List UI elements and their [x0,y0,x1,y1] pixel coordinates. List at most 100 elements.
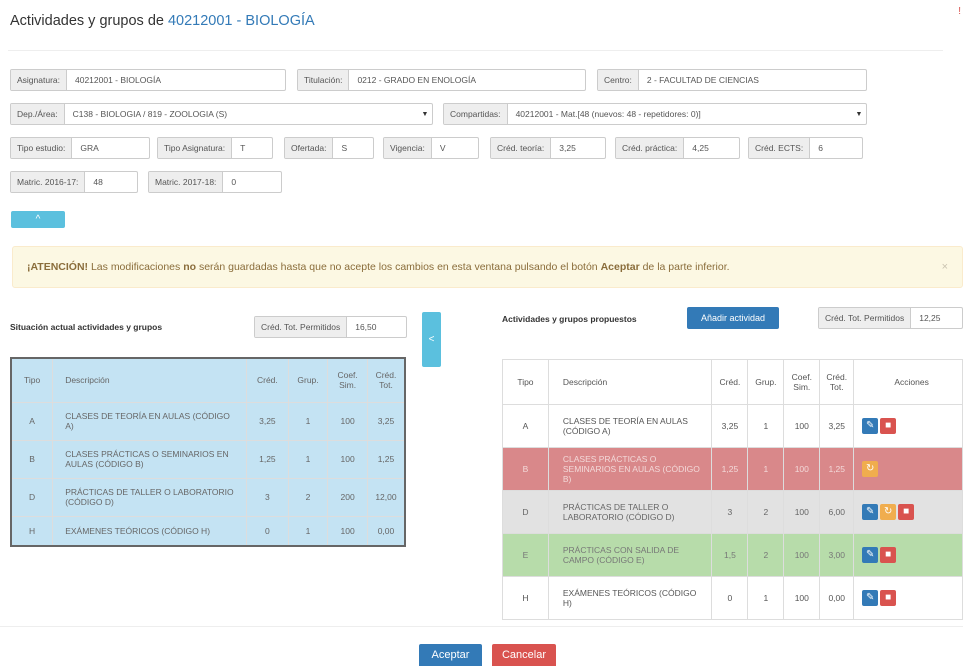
table-header-row: Tipo Descripción Créd. Grup. Coef. Sim. … [502,359,963,405]
tipo-asignatura-value: T [240,143,246,153]
table-row: H EXÁMENES TEÓRICOS (CÓDIGO H) 0 1 100 0… [10,515,406,547]
collapse-form-button[interactable]: ^ [11,211,65,228]
edit-icon[interactable]: ✎ [862,418,879,434]
proposed-activities-title: Actividades y grupos propuestos [502,314,637,324]
accept-button[interactable]: Aceptar [419,644,482,666]
asignatura-label: Asignatura: [11,70,67,90]
tipo-asignatura-field[interactable]: Tipo Asignatura: T [157,137,273,159]
proposed-activities-table: Tipo Descripción Créd. Grup. Coef. Sim. … [502,359,963,620]
right-cred-permitted-label: Créd. Tot. Permitidos [819,308,912,328]
close-icon[interactable]: × [942,261,948,273]
table-row-deleted: B CLASES PRÁCTICAS O SEMINARIOS EN AULAS… [502,447,963,491]
col-tipo: Tipo [10,357,54,403]
table-row-modified: D PRÁCTICAS DE TALLER O LABORATORIO (CÓD… [502,490,963,534]
tipo-estudio-field[interactable]: Tipo estudio: GRA [10,137,150,159]
table-row: H EXÁMENES TEÓRICOS (CÓDIGO H) 0 1 100 0… [502,576,963,620]
vigencia-value: V [439,143,446,153]
restore-icon[interactable]: ↻ [880,504,897,520]
titulacion-field[interactable]: Titulación: 0212 - GRADO EN ENOLOGÍA [297,69,586,91]
title-prefix: Actividades y grupos de [10,13,164,29]
asignatura-field[interactable]: Asignatura: 40212001 - BIOLOGÍA [10,69,286,91]
row-actions: ↻ [853,447,963,491]
footer-divider [0,626,963,627]
right-cred-permitted-field: Créd. Tot. Permitidos 12,25 [818,307,963,329]
tipo-estudio-value: GRA [80,143,99,153]
left-cred-permitted-label: Créd. Tot. Permitidos [255,317,348,337]
col-descripcion: Descripción [52,357,248,403]
cred-teoria-value: 3,25 [559,143,576,153]
asignatura-value: 40212001 - BIOLOGÍA [75,75,161,85]
restore-icon[interactable]: ↻ [862,461,879,477]
corner-mark: ! [958,6,961,17]
matric-2017-value: 0 [231,177,237,187]
matric-2016-field[interactable]: Matric. 2016-17: 48 [10,171,138,193]
col-cred: Créd. [711,359,749,405]
row-actions: ✎ ↻ ■ [853,490,963,534]
collapse-left-button[interactable]: < [422,312,441,367]
title-subject-code: 40212001 - BIOLOGÍA [167,13,315,29]
compartidas-select[interactable]: Compartidas: 40212001 - Mat.[48 (nuevos:… [443,103,867,125]
edit-icon[interactable]: ✎ [862,547,879,563]
warning-alert: ¡ATENCIÓN! Las modificaciones no serán g… [12,246,963,288]
cred-practica-field[interactable]: Créd. práctica: 4,25 [615,137,740,159]
compartidas-value: 40212001 - Mat.[48 (nuevos: 48 - repetid… [515,109,701,119]
compartidas-label: Compartidas: [444,104,508,124]
left-cred-permitted-value: 16,50 [355,322,377,332]
trash-icon[interactable]: ■ [898,504,915,520]
ofertada-value: S [341,143,348,153]
cred-ects-value: 6 [818,143,823,153]
cred-teoria-field[interactable]: Créd. teoría: 3,25 [490,137,606,159]
table-row: B CLASES PRÁCTICAS O SEMINARIOS EN AULAS… [10,439,406,479]
col-grup: Grup. [287,357,329,403]
col-grup: Grup. [747,359,785,405]
col-tipo: Tipo [502,359,549,405]
col-cred-tot: Créd. Tot. [819,359,855,405]
table-row: A CLASES DE TEORÍA EN AULAS (CÓDIGO A) 3… [502,404,963,448]
tipo-estudio-label: Tipo estudio: [11,138,73,158]
col-coef: Coef. Sim. [327,357,368,403]
matric-2016-label: Matric. 2016-17: [11,172,86,192]
col-cred: Créd. [246,357,289,403]
matric-2017-label: Matric. 2017-18: [149,172,224,192]
row-actions: ✎ ■ [853,533,963,577]
dep-area-label: Dep./Área: [11,104,65,124]
col-cred-tot: Créd. Tot. [366,357,406,403]
cred-ects-field[interactable]: Créd. ECTS: 6 [748,137,863,159]
centro-value: 2 - FACULTAD DE CIENCIAS [646,75,759,85]
dep-area-select[interactable]: Dep./Área: C138 - BIOLOGIA / 819 - ZOOLO… [10,103,433,125]
current-activities-title: Situación actual actividades y grupos [10,322,163,332]
centro-field[interactable]: Centro: 2 - FACULTAD DE CIENCIAS [597,69,867,91]
trash-icon[interactable]: ■ [880,590,897,606]
chevron-left-icon: < [428,334,435,345]
row-actions: ✎ ■ [853,404,963,448]
ofertada-label: Ofertada: [285,138,334,158]
table-header-row: Tipo Descripción Créd. Grup. Coef. Sim. … [10,357,406,403]
dep-area-value: C138 - BIOLOGIA / 819 - ZOOLOGIA (S) [72,109,228,119]
col-descripcion: Descripción [547,359,713,405]
current-activities-table: Tipo Descripción Créd. Grup. Coef. Sim. … [10,357,406,547]
matric-2016-value: 48 [93,177,103,187]
row-actions: ✎ ■ [853,576,963,620]
matric-2017-field[interactable]: Matric. 2017-18: 0 [148,171,282,193]
edit-icon[interactable]: ✎ [862,590,879,606]
alert-text: ¡ATENCIÓN! Las modificaciones no serán g… [27,261,730,273]
cred-practica-label: Créd. práctica: [616,138,685,158]
trash-icon[interactable]: ■ [880,547,897,563]
titulacion-value: 0212 - GRADO EN ENOLOGÍA [357,75,477,85]
trash-icon[interactable]: ■ [880,418,897,434]
table-row-added: E PRÁCTICAS CON SALIDA DE CAMPO (CÓDIGO … [502,533,963,577]
titulacion-label: Titulación: [298,70,350,90]
vigencia-label: Vigencia: [384,138,432,158]
cred-teoria-label: Créd. teoría: [491,138,552,158]
ofertada-field[interactable]: Ofertada: S [284,137,374,159]
chevron-down-icon: ▼ [421,110,429,118]
cred-practica-value: 4,25 [692,143,709,153]
cred-ects-label: Créd. ECTS: [749,138,811,158]
chevron-up-icon: ^ [35,214,41,225]
centro-label: Centro: [598,70,639,90]
vigencia-field[interactable]: Vigencia: V [383,137,479,159]
add-activity-button[interactable]: Añadir actividad [687,307,779,329]
header-divider [8,50,943,51]
edit-icon[interactable]: ✎ [862,504,879,520]
cancel-button[interactable]: Cancelar [492,644,556,666]
